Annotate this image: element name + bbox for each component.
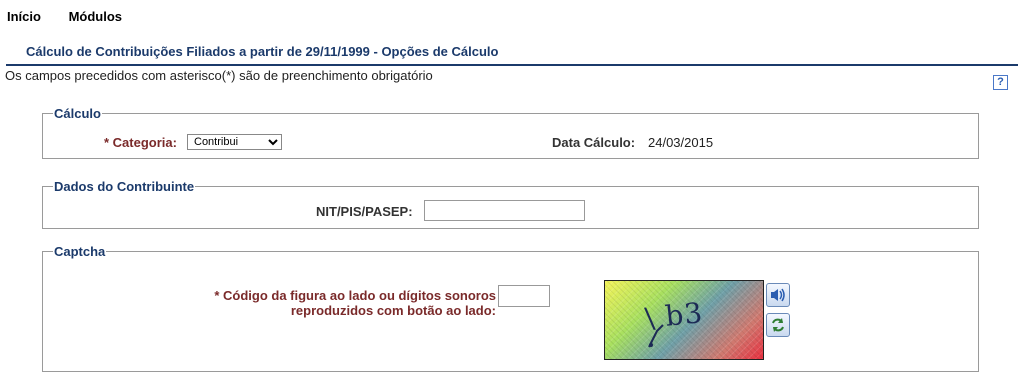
- data-calculo-value: 24/03/2015: [648, 135, 714, 150]
- refresh-icon: [772, 318, 784, 332]
- page-title: Cálculo de Contribuições Filiados a part…: [26, 44, 499, 59]
- captcha-legend: Captcha: [54, 244, 106, 259]
- nit-input[interactable]: [424, 200, 585, 221]
- contribuinte-legend: Dados do Contribuinte: [54, 179, 195, 194]
- nav-modulos[interactable]: Módulos: [69, 9, 122, 24]
- categoria-label: * Categoria:: [104, 135, 177, 150]
- refresh-captcha-button[interactable]: [766, 313, 790, 337]
- captcha-label-line2: reproduzidos com botão ao lado:: [290, 303, 496, 318]
- audio-captcha-button[interactable]: [766, 283, 790, 307]
- speaker-icon: [771, 288, 785, 302]
- nit-label: NIT/PIS/PASEP:: [316, 204, 413, 219]
- nav-inicio[interactable]: Início: [7, 9, 41, 24]
- categoria-select[interactable]: Contribui: [187, 134, 282, 150]
- captcha-image: \ b3: [604, 280, 764, 360]
- captcha-code-input[interactable]: [498, 285, 550, 307]
- captcha-stroke: [648, 324, 664, 348]
- calculo-section: Cálculo: [42, 106, 979, 159]
- captcha-label: * Código da figura ao lado ou dígitos so…: [100, 288, 496, 318]
- captcha-label-line1: * Código da figura ao lado ou dígitos so…: [214, 288, 496, 303]
- calculo-legend: Cálculo: [54, 106, 101, 121]
- data-calculo-label: Data Cálculo:: [552, 135, 636, 150]
- title-divider: [6, 64, 1018, 66]
- help-icon[interactable]: ?: [993, 75, 1008, 90]
- required-fields-note: Os campos precedidos com asterisco(*) sã…: [5, 68, 433, 83]
- top-nav: Início Módulos: [7, 9, 146, 24]
